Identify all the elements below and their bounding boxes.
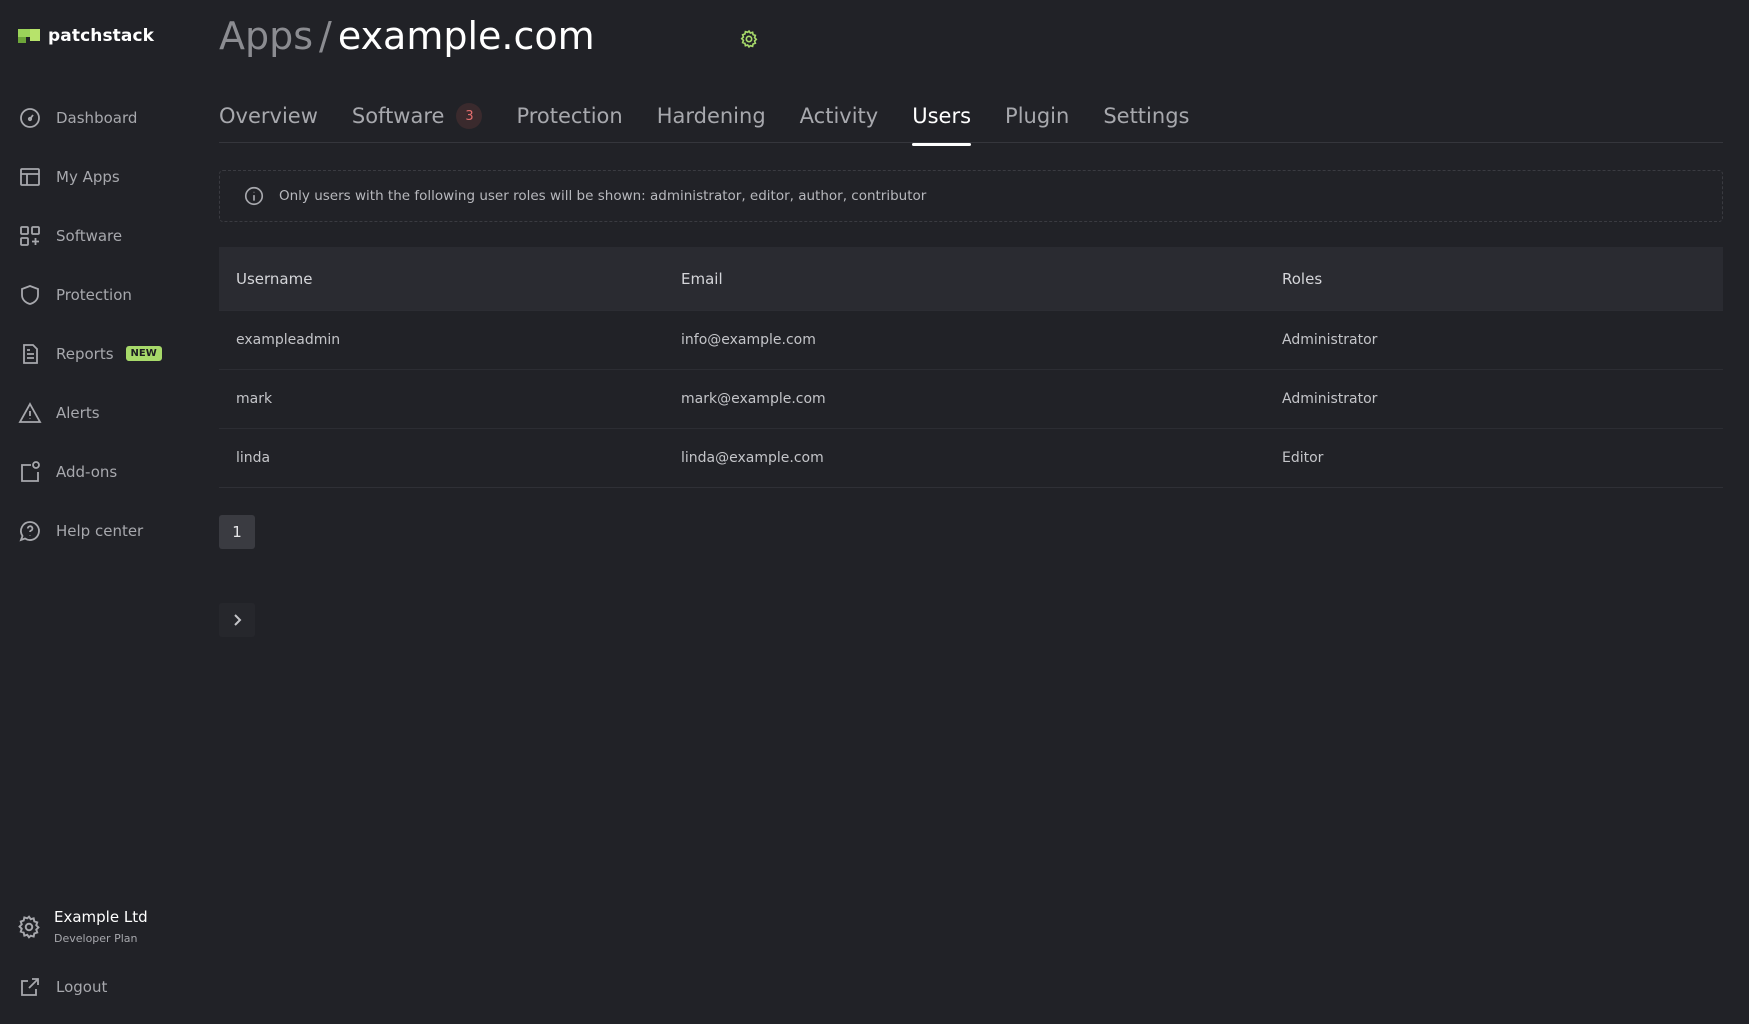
account-info: Example Ltd Developer Plan: [54, 906, 148, 945]
tab-label: Software: [351, 104, 445, 128]
tab-activity[interactable]: Activity: [800, 104, 879, 142]
sidebar-item-label: Dashboard: [56, 108, 138, 127]
report-icon: [23, 343, 38, 364]
tab-label: Overview: [219, 104, 318, 128]
tab-label: Users: [912, 104, 972, 128]
sidebar-item-label: Protection: [56, 285, 132, 304]
page-title: Apps / example.com: [219, 14, 595, 58]
sidebar-item-reports[interactable]: Reports NEW: [0, 324, 200, 383]
tab-bar: Overview Software 3 Protection Hardening …: [219, 103, 1723, 146]
logout-label: Logout: [56, 978, 108, 996]
sidebar-nav: Dashboard My Apps Software Protection Re…: [0, 88, 200, 560]
gear-icon: [740, 29, 758, 49]
tab-label: Hardening: [656, 104, 766, 128]
help-icon: [19, 520, 40, 542]
sidebar-item-alerts[interactable]: Alerts: [0, 383, 200, 442]
software-icon: [20, 225, 40, 246]
sidebar-item-label: Reports: [56, 344, 114, 363]
tab-settings[interactable]: Settings: [1103, 104, 1189, 142]
cell-username: exampleadmin: [236, 332, 341, 348]
tab-label: Protection: [516, 104, 623, 128]
cell-role: Administrator: [1282, 391, 1378, 407]
info-icon: [244, 186, 264, 206]
account-plan: Developer Plan: [54, 932, 138, 945]
sidebar-item-label: Add-ons: [56, 462, 118, 481]
sidebar-item-label: My Apps: [56, 167, 120, 186]
logout-link[interactable]: Logout: [18, 975, 107, 999]
tab-label: Plugin: [1005, 104, 1070, 128]
column-header-roles[interactable]: Roles: [1282, 270, 1723, 288]
apps-icon: [20, 167, 40, 186]
cell-email: mark@example.com: [681, 391, 826, 407]
cell-username: linda: [236, 450, 271, 466]
cell-role: Administrator: [1282, 332, 1378, 348]
external-link-icon: [21, 978, 39, 996]
account-name: Example Ltd: [54, 908, 148, 926]
shield-icon: [21, 284, 39, 305]
breadcrumb-apps[interactable]: Apps: [219, 14, 313, 58]
gear-icon: [18, 915, 40, 939]
breadcrumb-separator: /: [319, 14, 332, 58]
chevron-right-icon: [234, 614, 242, 626]
users-table: Username Email Roles exampleadmin info@e…: [219, 247, 1723, 488]
sidebar-item-software[interactable]: Software: [0, 206, 200, 265]
vulnerability-count-badge: 3: [456, 103, 483, 129]
column-header-email[interactable]: Email: [681, 270, 1282, 288]
tab-users[interactable]: Users: [912, 104, 972, 146]
table-header: Username Email Roles: [219, 247, 1723, 310]
site-settings-button[interactable]: [739, 29, 759, 49]
dashboard-icon: [20, 107, 40, 128]
cell-role: Editor: [1282, 450, 1324, 466]
table-row[interactable]: linda linda@example.com Editor: [219, 428, 1723, 487]
next-page-button[interactable]: [219, 603, 255, 637]
sidebar: patchstack Dashboard My Apps Software Pr…: [0, 0, 200, 1024]
sidebar-item-label: Software: [56, 226, 123, 245]
sidebar-item-help-center[interactable]: Help center: [0, 501, 200, 560]
sidebar-item-protection[interactable]: Protection: [0, 265, 200, 324]
account-switcher[interactable]: Example Ltd Developer Plan: [16, 906, 148, 945]
column-header-username[interactable]: Username: [219, 270, 681, 288]
alert-icon: [18, 401, 42, 423]
cell-email: linda@example.com: [681, 450, 824, 466]
sidebar-item-my-apps[interactable]: My Apps: [0, 147, 200, 206]
addons-icon: [21, 460, 40, 482]
brand-name: patchstack: [48, 26, 155, 46]
notice-text: Only users with the following user roles…: [279, 188, 927, 204]
patchstack-logo-icon: [18, 27, 40, 45]
tab-label: Activity: [799, 104, 879, 128]
sidebar-item-add-ons[interactable]: Add-ons: [0, 442, 200, 501]
sidebar-item-dashboard[interactable]: Dashboard: [0, 88, 200, 147]
table-row[interactable]: exampleadmin info@example.com Administra…: [219, 310, 1723, 369]
sidebar-item-label: Alerts: [56, 403, 100, 422]
tab-software[interactable]: Software 3: [351, 103, 483, 142]
tab-overview[interactable]: Overview: [219, 104, 318, 142]
sidebar-item-label: Help center: [56, 521, 144, 540]
brand-logo[interactable]: patchstack: [18, 26, 154, 46]
site-name: example.com: [337, 14, 595, 58]
info-notice: Only users with the following user roles…: [219, 170, 1723, 222]
table-row[interactable]: mark mark@example.com Administrator: [219, 369, 1723, 428]
cell-username: mark: [236, 391, 273, 407]
tab-hardening[interactable]: Hardening: [657, 104, 766, 142]
tab-label: Settings: [1103, 104, 1190, 128]
cell-email: info@example.com: [681, 332, 816, 348]
tab-plugin[interactable]: Plugin: [1005, 104, 1069, 142]
new-badge: NEW: [125, 346, 162, 361]
pagination: 1: [219, 515, 255, 637]
page-button-current[interactable]: 1: [219, 515, 255, 549]
tab-protection[interactable]: Protection: [516, 104, 622, 142]
